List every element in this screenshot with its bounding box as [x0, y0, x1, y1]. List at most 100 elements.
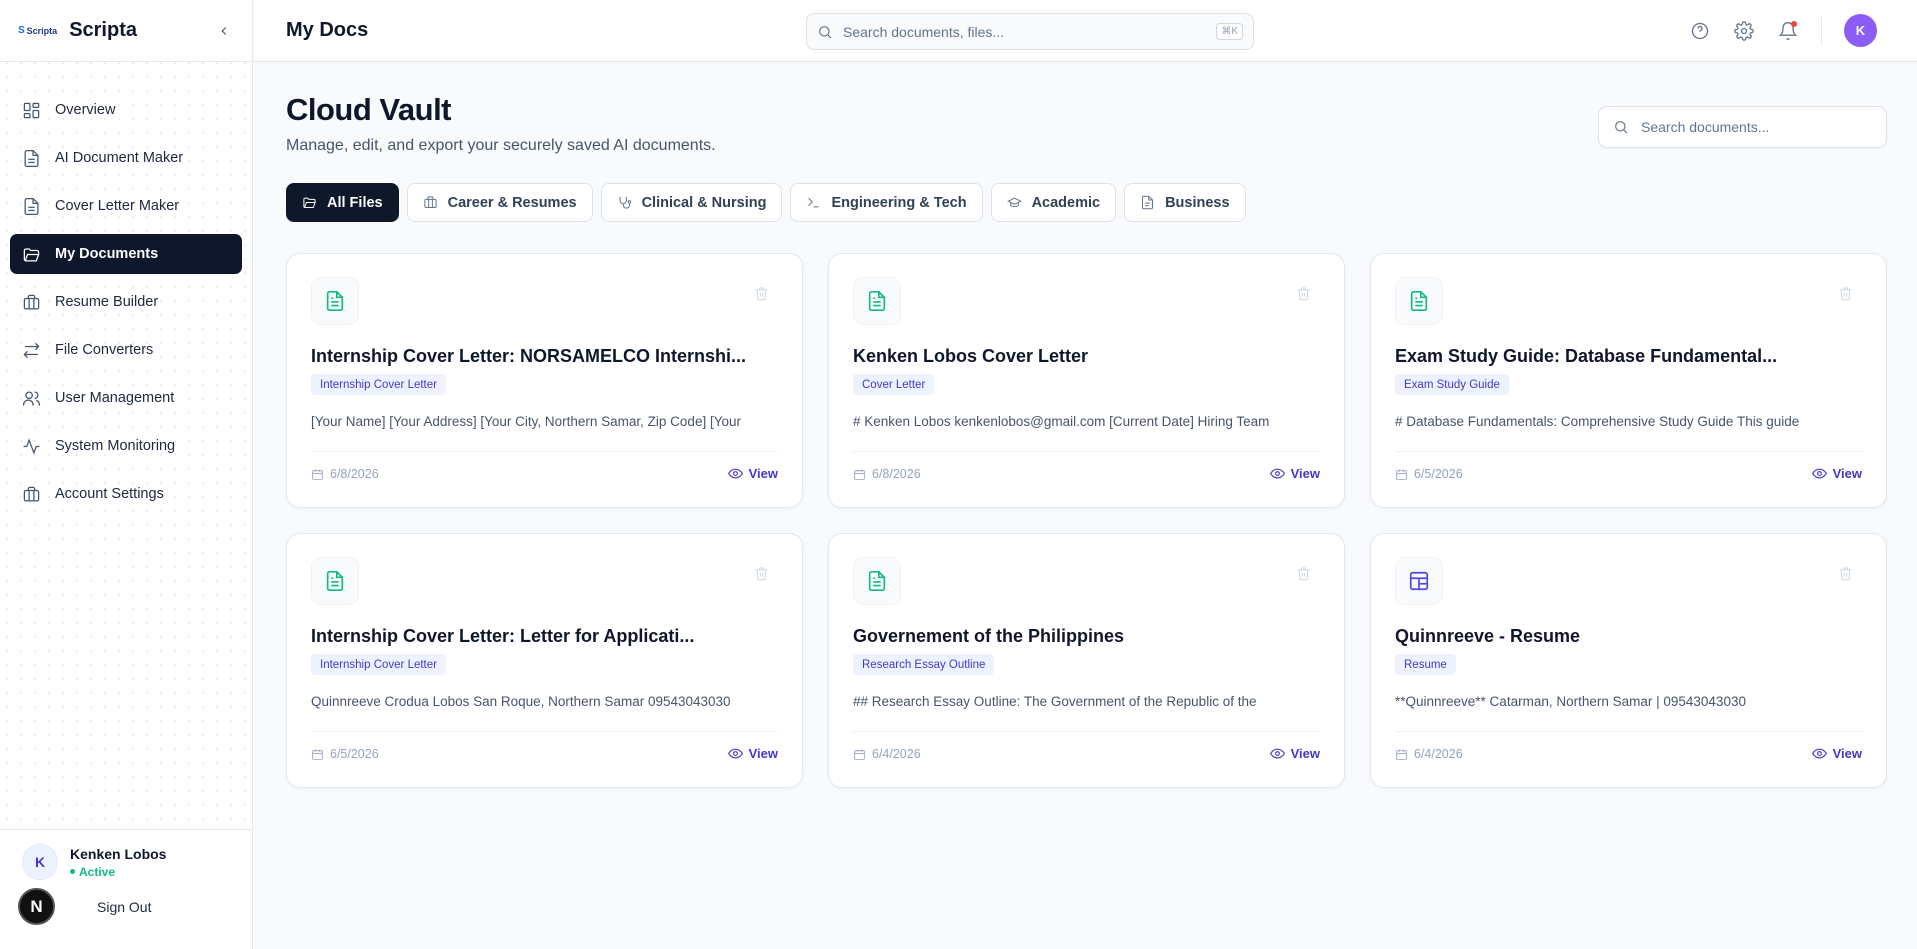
document-type-icon [1395, 557, 1443, 605]
divider [311, 731, 778, 732]
document-title: Governement of the Philippines [853, 626, 1125, 646]
eye-icon [1811, 468, 1827, 479]
calendar-icon [854, 469, 865, 480]
document-snippet: ## Research Essay Outline: The Governmen… [853, 694, 1257, 709]
sidebar-item-cover-letter-maker[interactable]: Cover Letter Maker [10, 186, 242, 226]
document-snippet: **Quinnreeve** Catarman, Northern Samar … [1395, 694, 1746, 709]
tab-label: Career & Resumes [447, 194, 577, 211]
delete-button[interactable] [754, 566, 770, 582]
document-type-icon [853, 277, 901, 325]
signout-row: N Sign Out [0, 880, 252, 925]
view-button[interactable]: View [727, 746, 778, 761]
document-card[interactable]: Internship Cover Letter: NORSAMELCO Inte… [286, 253, 803, 508]
tab-label: Clinical & Nursing [641, 194, 767, 211]
user-avatar-button[interactable]: K [1844, 14, 1877, 47]
next-badge-icon[interactable]: N [18, 888, 55, 925]
sidebar-header: S Scripta Scripta [0, 0, 252, 62]
sidebar-item-user-management[interactable]: User Management [10, 378, 242, 418]
sidebar-item-ai-document-maker[interactable]: AI Document Maker [10, 138, 242, 178]
divider [311, 451, 778, 452]
documents-search[interactable] [1598, 106, 1887, 148]
settings-button[interactable] [1733, 20, 1755, 42]
calendar-icon [1396, 749, 1407, 760]
delete-button[interactable] [1838, 566, 1854, 582]
eye-icon [727, 468, 743, 479]
sidebar-item-overview[interactable]: Overview [10, 90, 242, 130]
document-card[interactable]: Kenken Lobos Cover Letter Cover Letter #… [828, 253, 1345, 508]
sidebar-item-account-settings[interactable]: Account Settings [10, 474, 242, 514]
tab-engineering-tech[interactable]: Engineering & Tech [790, 183, 983, 222]
stethoscope-icon [619, 196, 631, 209]
document-date: 6/5/2026 [311, 747, 379, 761]
sidebar-item-label: Resume Builder [55, 294, 159, 310]
activity-icon [23, 437, 40, 455]
tab-academic[interactable]: Academic [990, 183, 1117, 222]
swap-icon [23, 342, 40, 358]
document-type-icon [853, 557, 901, 605]
sidebar-item-label: System Monitoring [55, 438, 176, 454]
tab-label: All Files [327, 194, 383, 211]
sidebar-item-resume-builder[interactable]: Resume Builder [10, 282, 242, 322]
document-card[interactable]: Internship Cover Letter: Letter for Appl… [286, 533, 803, 788]
page-title: My Docs [286, 19, 369, 41]
delete-button[interactable] [754, 286, 770, 302]
documents-grid: Internship Cover Letter: NORSAMELCO Inte… [286, 253, 1887, 788]
gear-icon [1734, 20, 1754, 41]
document-title: Kenken Lobos Cover Letter [853, 346, 1089, 366]
view-button[interactable]: View [727, 466, 778, 481]
calendar-icon [1396, 469, 1407, 480]
sidebar-item-system-monitoring[interactable]: System Monitoring [10, 426, 242, 466]
global-search-input[interactable] [843, 23, 1207, 40]
collapse-sidebar-button[interactable] [214, 21, 234, 41]
sign-out-button[interactable]: Sign Out [97, 899, 151, 915]
view-button[interactable]: View [1811, 746, 1862, 761]
briefcase-icon [23, 294, 40, 309]
tab-career-resumes[interactable]: Career & Resumes [406, 183, 593, 222]
document-card[interactable]: Exam Study Guide: Database Fundamental..… [1370, 253, 1887, 508]
delete-button[interactable] [1296, 286, 1312, 302]
tab-business[interactable]: Business [1124, 183, 1246, 222]
document-icon [868, 291, 886, 311]
document-card[interactable]: Quinnreeve - Resume Resume **Quinnreeve*… [1370, 533, 1887, 788]
status-dot-icon [70, 869, 75, 874]
view-button[interactable]: View [1811, 466, 1862, 481]
document-type-icon [1395, 277, 1443, 325]
notifications-button[interactable] [1777, 20, 1799, 42]
sidebar-item-my-documents[interactable]: My Documents [10, 234, 242, 274]
document-title: Quinnreeve - Resume [1395, 626, 1581, 646]
global-search[interactable]: ⌘K [806, 13, 1254, 50]
document-title: Internship Cover Letter: NORSAMELCO Inte… [311, 346, 747, 366]
divider [1395, 731, 1862, 732]
sidebar-item-file-converters[interactable]: File Converters [10, 330, 242, 370]
document-date: 6/4/2026 [1395, 747, 1463, 761]
trash-icon [1839, 567, 1852, 581]
trash-icon [755, 287, 768, 301]
sidebar-item-label: Overview [55, 102, 116, 118]
document-type-badge: Cover Letter [853, 374, 935, 395]
help-button[interactable] [1689, 20, 1711, 42]
view-button[interactable]: View [1269, 746, 1320, 761]
search-icon [819, 25, 832, 38]
tab-clinical-nursing[interactable]: Clinical & Nursing [600, 183, 783, 222]
document-type-icon [311, 557, 359, 605]
sidebar-nav: Overview AI Document Maker Cover Letter … [0, 62, 252, 514]
documents-search-input[interactable] [1641, 119, 1872, 135]
trash-icon [755, 567, 768, 581]
eye-icon [1811, 748, 1827, 759]
document-icon [868, 571, 886, 591]
document-icon [24, 197, 39, 215]
tab-all-files[interactable]: All Files [286, 183, 399, 222]
document-icon [326, 571, 344, 591]
user-profile[interactable]: K Kenken Lobos Active [0, 830, 252, 880]
sidebar-item-label: User Management [55, 390, 175, 406]
divider [1821, 16, 1822, 45]
document-card[interactable]: Governement of the Philippines Research … [828, 533, 1345, 788]
category-tabs: All Files Career & Resumes Clinical & Nu… [286, 183, 1246, 222]
briefcase-icon [423, 196, 437, 208]
document-date: 6/8/2026 [853, 467, 921, 481]
eye-icon [727, 748, 743, 759]
delete-button[interactable] [1838, 286, 1854, 302]
view-button[interactable]: View [1269, 466, 1320, 481]
delete-button[interactable] [1296, 566, 1312, 582]
avatar: K [22, 844, 58, 880]
